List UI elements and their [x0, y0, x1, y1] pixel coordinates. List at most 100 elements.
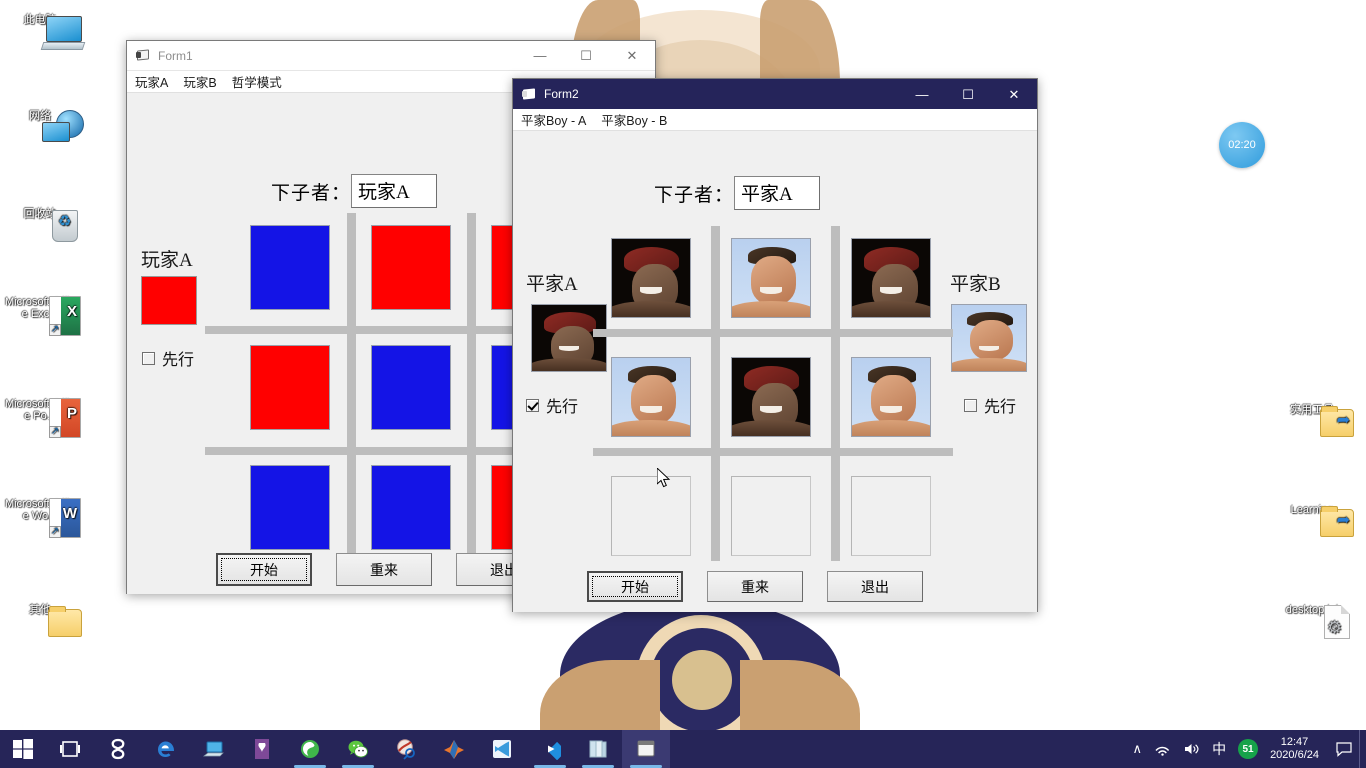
taskbar-item-remote-desktop[interactable] [190, 730, 238, 768]
desktop[interactable]: 此电脑 网络 回收站 X↗ Microsoft Office Exc... P↗… [0, 0, 1366, 768]
desktop-icon-network[interactable]: 网络 [2, 110, 84, 142]
taskbar[interactable]: ∧ 中 51 12:47 2020/6/24 [0, 730, 1366, 768]
form1-menu-item-player-b[interactable]: 玩家B [183, 72, 225, 91]
taskbar-item-sogou[interactable] [94, 730, 142, 768]
desktop-icon-excel[interactable]: X ↗ Microsoft Office Exc... [2, 296, 81, 336]
checkbox-box[interactable] [964, 398, 977, 412]
taskbar-item-media-player[interactable] [526, 730, 574, 768]
form2-restart-button[interactable]: 重来 [707, 571, 803, 602]
form1-title-bar[interactable]: Form1 — ☐ ✕ [127, 41, 655, 71]
form2-cell-0-0[interactable] [611, 238, 691, 318]
form2-cell-1-2[interactable] [851, 357, 931, 437]
visual-studio-icon [493, 740, 511, 758]
form2-cell-0-1[interactable] [731, 238, 811, 318]
desktop-icon-tools-folder[interactable]: ➦ 实用工具 [1274, 404, 1354, 437]
desktop-icon-word[interactable]: W ↗ Microsoft Office Wo... [2, 498, 81, 538]
board-grid-line-v1 [711, 226, 720, 561]
form2-turn-indicator: 下子者： 平家A [654, 176, 821, 210]
empty-cell [851, 476, 931, 556]
desktop-icon-this-pc[interactable]: 此电脑 [2, 14, 86, 50]
form2-menu-bar[interactable]: 平家Boy - A 平家Boy - B [513, 109, 1037, 131]
taskbar-item-browser-360[interactable] [286, 730, 334, 768]
form2-menu-item-boy-a[interactable]: 平家Boy - A [521, 110, 595, 129]
form1-close-button[interactable]: ✕ [609, 41, 655, 71]
taskbar-item-matlab[interactable] [430, 730, 478, 768]
form2-body: 下子者： 平家A 平家A 先行 平家B 先行 开始 重来 退出 [513, 131, 1037, 612]
form1-cell-0-1[interactable] [371, 225, 451, 310]
form2-right-first-move-label: 先行 [984, 399, 1017, 416]
form1-cell-2-0[interactable] [250, 465, 330, 550]
form1-left-first-move-label: 先行 [162, 352, 195, 369]
form2-board[interactable] [593, 226, 953, 561]
desktop-icon-desktop-ini[interactable]: ⚙ desktop.ini [1274, 604, 1350, 639]
form-app-icon [637, 740, 655, 757]
taskbar-item-graphics-app[interactable] [382, 730, 430, 768]
taskbar-item-wechat[interactable] [334, 730, 382, 768]
form2-close-button[interactable]: ✕ [991, 79, 1037, 109]
piece [371, 465, 451, 550]
ime-indicator[interactable]: 中 [1212, 739, 1226, 759]
form2-right-first-move-checkbox[interactable]: 先行 [964, 393, 1016, 417]
form2-turn-label: 下子者： [654, 184, 735, 206]
wifi-icon[interactable] [1154, 742, 1171, 756]
form2-window[interactable]: Form2 — ☐ ✕ 平家Boy - A 平家Boy - B 下子者： 平家A… [512, 78, 1038, 612]
taskbar-item-edge[interactable] [142, 730, 190, 768]
tray-chevron-up-icon[interactable]: ∧ [1133, 741, 1143, 757]
portrait-b-image [731, 238, 811, 318]
desktop-clock-widget[interactable]: 02:20 [1219, 122, 1265, 168]
form1-menu-item-player-a[interactable]: 玩家A [135, 72, 177, 91]
form2-cell-2-1[interactable] [731, 476, 811, 556]
form1-maximize-button[interactable]: ☐ [563, 41, 609, 71]
form2-minimize-button[interactable]: — [899, 79, 945, 109]
tray-badge[interactable]: 51 [1238, 739, 1259, 759]
form2-left-player-name: 平家A [526, 274, 578, 295]
taskbar-item-onenote[interactable] [238, 730, 286, 768]
form2-cell-1-0[interactable] [611, 357, 691, 437]
form1-cell-0-0[interactable] [250, 225, 330, 310]
form1-cell-1-1[interactable] [371, 345, 451, 430]
portrait-b-image [951, 304, 1027, 372]
desktop-icon-powerpoint[interactable]: P ↗ Microsoft Office Po... [2, 398, 81, 438]
form2-title-bar[interactable]: Form2 — ☐ ✕ [513, 79, 1037, 109]
portrait-b-image [611, 357, 691, 437]
piece [371, 225, 451, 310]
form1-start-button[interactable]: 开始 [216, 553, 312, 586]
form2-cell-2-2[interactable] [851, 476, 931, 556]
form2-exit-button[interactable]: 退出 [827, 571, 923, 602]
desktop-icon-recycle-bin[interactable]: 回收站 [2, 208, 78, 242]
start-button[interactable] [0, 730, 46, 768]
form2-left-first-move-checkbox[interactable]: 先行 [526, 393, 578, 417]
system-tray[interactable]: ∧ 中 51 12:47 2020/6/24 [1127, 730, 1366, 768]
show-desktop-button[interactable] [1359, 730, 1366, 768]
form1-minimize-button[interactable]: — [517, 41, 563, 71]
form1-menu-item-philosophy-mode[interactable]: 哲学模式 [232, 72, 291, 91]
taskbar-clock[interactable]: 12:47 2020/6/24 [1270, 736, 1319, 762]
form2-cell-0-2[interactable] [851, 238, 931, 318]
speaker-icon[interactable] [1183, 742, 1200, 756]
form1-cell-2-1[interactable] [371, 465, 451, 550]
desktop-icon-other-folder[interactable]: 其他 [2, 604, 82, 637]
action-center-button[interactable] [1329, 730, 1359, 768]
360-browser-icon [301, 740, 319, 758]
onenote-icon [255, 739, 269, 759]
form2-cell-1-1[interactable] [731, 357, 811, 437]
checkbox-box[interactable] [142, 351, 155, 365]
taskbar-item-explorer-books[interactable] [574, 730, 622, 768]
form1-title: Form1 [158, 48, 193, 63]
windows-logo-icon [13, 739, 33, 759]
task-view-button[interactable] [46, 730, 94, 768]
taskbar-item-form-app[interactable] [622, 730, 670, 768]
form1-cell-1-0[interactable] [250, 345, 330, 430]
form1-turn-label: 下子者： [271, 182, 352, 204]
form2-maximize-button[interactable]: ☐ [945, 79, 991, 109]
checkbox-box[interactable] [526, 398, 539, 412]
taskbar-item-visual-studio[interactable] [478, 730, 526, 768]
form2-start-button[interactable]: 开始 [587, 571, 683, 602]
desktop-icon-learning-folder[interactable]: ➦ Learning [1274, 504, 1354, 537]
form2-menu-item-boy-b[interactable]: 平家Boy - B [601, 110, 676, 129]
form1-left-first-move-checkbox[interactable]: 先行 [142, 346, 194, 370]
form1-restart-button[interactable]: 重来 [336, 553, 432, 586]
piece [371, 345, 451, 430]
form-icon [522, 87, 537, 101]
form2-cell-2-0[interactable] [611, 476, 691, 556]
